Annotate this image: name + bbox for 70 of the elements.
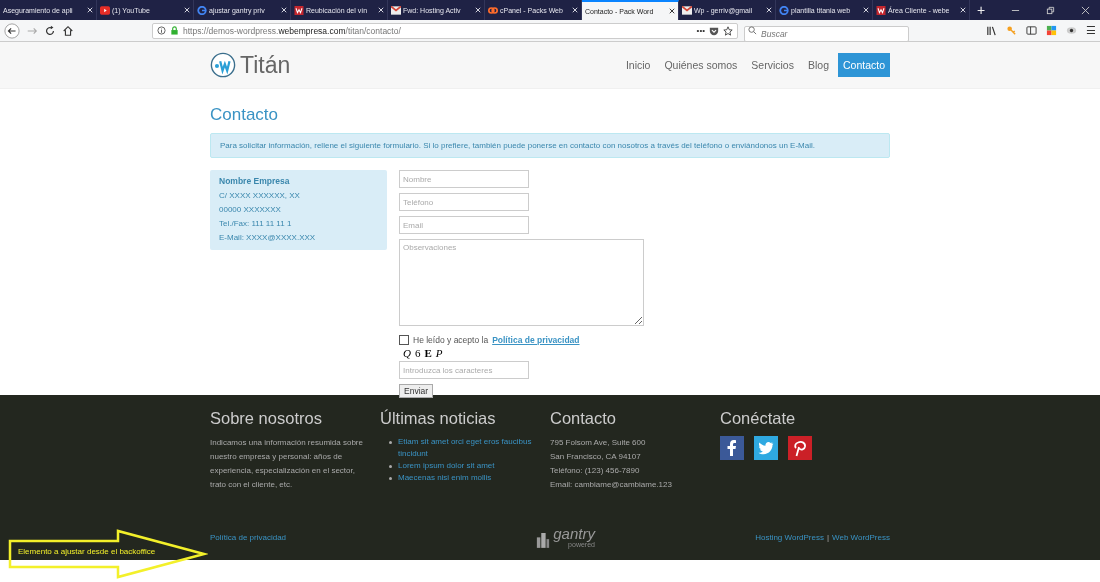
nav-link[interactable]: Blog [802,53,834,77]
w-square-icon [294,5,304,15]
input-field[interactable]: Nombre [399,170,529,188]
contact-detail: Teléfono: (123) 456-7890 [550,465,641,477]
play-icon [100,5,110,15]
company-detail: E-Mail: XXXX@XXXX.XXX [219,232,317,244]
extension-icon[interactable] [1046,25,1057,36]
captcha-image: Q 6 E P [403,347,443,359]
info-notice: Para solicitar información, rellene el siguiente formulario. Si lo prefiere, también puede ponerse en contacto con nosotros a través del teléfono o enviándonos un E-Mail. [210,133,890,158]
contact-detail: 795 Folsom Ave, Suite 600 [550,437,647,449]
captcha-field[interactable]: Introduzca los caracteres [399,361,529,379]
search-field[interactable]: Buscar [744,25,909,42]
footer-heading: Contacto [550,409,618,428]
gantry-wordmark: gantry [553,526,595,541]
contact-detail: San Francisco, CA 94107 [550,451,642,463]
footer-heading: Conéctate [720,409,797,428]
input-field[interactable]: Teléfono [399,193,529,211]
privacy-link[interactable]: Política de privacidad [492,335,580,345]
news-link[interactable]: Etiam sit amet orci eget eros faucibus tincidunt [398,436,539,460]
buildings-icon [536,532,551,548]
page-actions-button[interactable]: ••• [696,26,705,35]
star-icon[interactable] [723,25,733,36]
envelope-icon [682,5,692,15]
checkbox[interactable] [399,335,409,345]
company-name: Nombre Empresa [219,176,291,186]
consent-label: He leído y acepto la [413,335,489,345]
annotation-text: Elemento a ajustar desde el backoffice [18,547,156,556]
footer-heading: Últimas noticias [380,409,497,428]
envelope-icon [391,5,401,15]
logo-icon[interactable] [210,52,236,78]
separator: | [826,532,830,542]
reload-icon[interactable] [44,24,56,37]
credit-link[interactable]: Hosting WordPress [755,532,824,542]
eye-icon[interactable] [1066,25,1077,36]
library-icon[interactable] [986,25,997,36]
privacy-link[interactable]: Política de privacidad [210,532,287,542]
facebook-icon[interactable] [720,436,744,460]
lock-icon [170,26,179,35]
back-icon[interactable] [4,22,20,39]
sidebar-icon[interactable] [1026,25,1037,36]
nav-link[interactable]: Servicios [746,53,799,77]
comments-field[interactable]: Observaciones [399,239,644,326]
about-text: Indicamos una información resumida sobre nuestro empresa y personal: años de experiencia, especialización en el sector, trato con el cliente, etc. [210,437,364,491]
company-detail: C/ XXXX XXXXXX, XX [219,190,301,202]
address-bar[interactable]: https://demos-wordpress.webempresa.com/titan/contacto/ ••• [152,22,738,39]
close-icon[interactable] [669,8,675,14]
pin-p-icon[interactable] [788,436,812,460]
chain-icon [488,5,498,15]
w-square-icon [876,5,886,15]
contact-detail: Email: cambiame@cambiame.123 [550,479,673,491]
nav-link[interactable]: Quiénes somos [659,53,743,77]
news-link[interactable]: Lorem ipsum dolor sit amet [398,460,495,472]
footer-heading: Sobre nosotros [210,409,323,428]
home-icon[interactable] [62,24,74,37]
new-tab-button[interactable]: + [970,0,992,20]
bird-icon[interactable] [754,436,778,460]
menu-button[interactable]: ☰ [1086,24,1096,37]
nav-link[interactable]: Inicio [620,53,656,77]
company-detail: 00000 XXXXXXX [219,204,282,216]
credit-link[interactable]: Web WordPress [832,532,890,542]
restore-icon[interactable] [1046,5,1055,15]
site-logo[interactable]: Titán [240,51,291,79]
company-detail: Tel./Fax: 111 11 11 1 [219,218,293,230]
input-field[interactable]: Email [399,216,529,234]
search-icon [748,26,757,35]
info-icon [157,26,166,35]
page-title: Contacto [210,105,280,125]
news-link[interactable]: Maecenas nisi enim mollis [398,472,492,484]
submit-button[interactable]: Enviar [399,384,434,398]
pocket-icon[interactable] [709,25,719,36]
